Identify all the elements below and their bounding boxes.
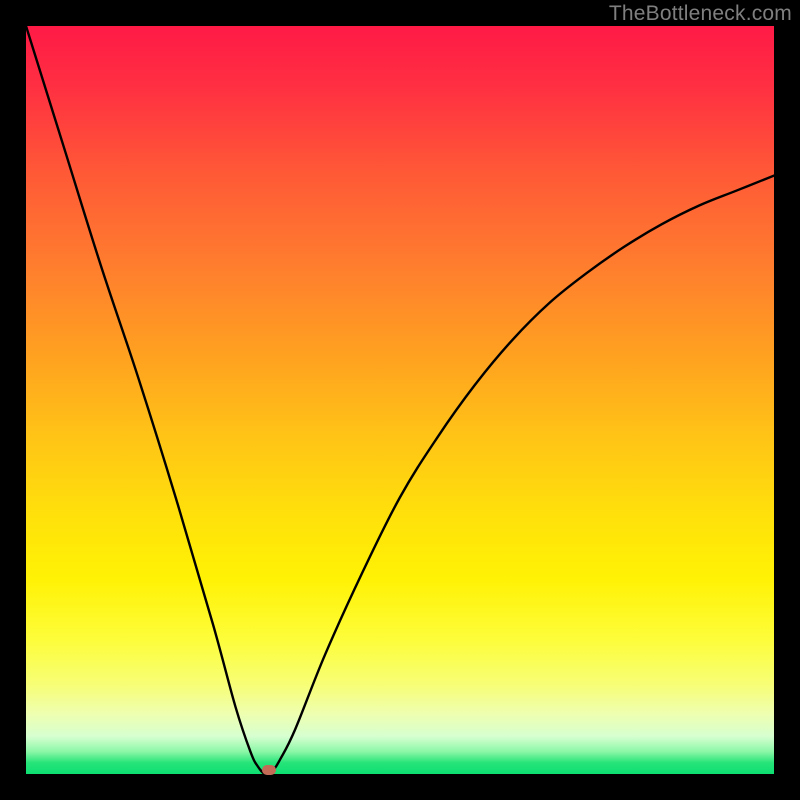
bottleneck-curve — [26, 26, 774, 774]
optimal-point-marker — [262, 765, 276, 775]
plot-area — [26, 26, 774, 774]
chart-frame: TheBottleneck.com — [0, 0, 800, 800]
watermark-text: TheBottleneck.com — [609, 2, 792, 26]
